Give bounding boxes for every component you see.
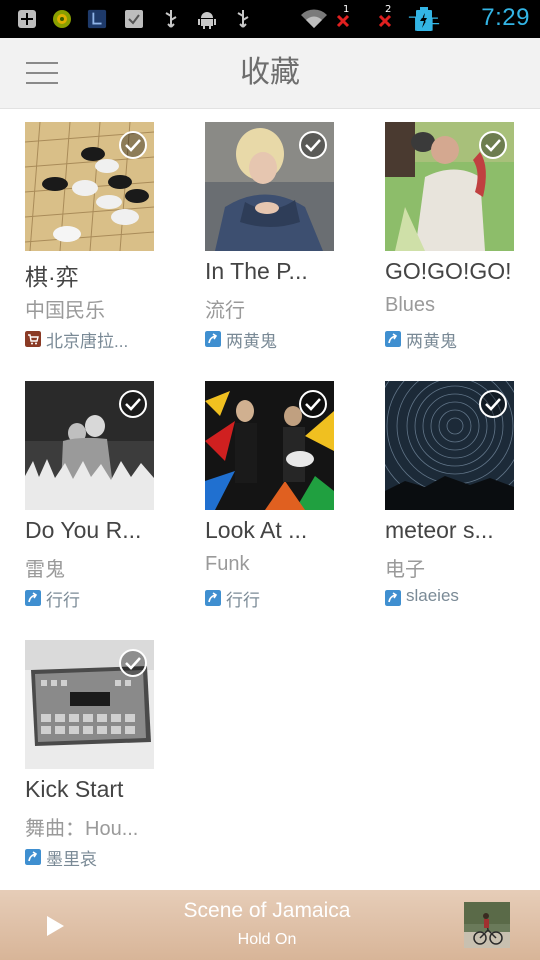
now-playing-subtitle: Hold On [237,931,297,948]
signal-icon [378,11,398,31]
now-playing-cover[interactable] [464,902,510,948]
album-cover[interactable] [205,122,334,251]
source-label: 行行 [226,591,260,610]
album-cover[interactable] [25,122,154,251]
album-cover[interactable] [385,381,514,510]
android-icon [197,9,217,29]
app-bar: 收藏 [0,38,540,109]
add-icon [17,9,37,29]
check-icon[interactable] [118,130,148,160]
favorite-card[interactable]: Do You R... 雷鬼 行行 [25,381,185,626]
share-icon [205,590,221,606]
share-icon [205,331,221,347]
usb-icon [233,9,253,29]
source-label: 两黄鬼 [406,332,457,351]
album-cover[interactable] [25,381,154,510]
book-icon [87,9,107,29]
hamburger-menu-icon[interactable] [20,56,64,92]
now-playing-bar[interactable]: Scene of Jamaica Hold On [0,890,540,960]
favorite-card[interactable]: In The P... 流行 两黄鬼 [205,122,365,367]
shop-icon [25,331,41,347]
album-genre: 雷鬼 [25,559,65,581]
source-label: 北京唐拉... [46,332,129,351]
status-time: 7:29 [481,4,530,31]
album-cover[interactable] [385,122,514,251]
album-source[interactable]: 北京唐拉... [25,327,175,351]
album-title: Do You R... [25,517,142,543]
album-title: In The P... [205,258,308,284]
favorite-card[interactable]: Look At ... Funk 行行 [205,381,365,626]
favorite-card[interactable]: Kick Start 舞曲：Hou... 墨里哀 [25,640,185,885]
signal-icon [336,11,356,31]
usb-icon [161,9,181,29]
check-icon[interactable] [298,130,328,160]
share-icon [25,849,41,865]
album-genre: 电子 [385,559,425,581]
favorite-card[interactable]: GO!GO!GO! Blues 两黄鬼 [385,122,540,367]
album-source[interactable]: 行行 [205,586,355,610]
album-genre: 舞曲：Hou... [25,818,139,840]
check-icon[interactable] [478,130,508,160]
share-icon [385,331,401,347]
album-title: Look At ... [205,517,308,543]
album-cover[interactable] [25,640,154,769]
source-label: slaeies [406,586,459,605]
share-icon [385,590,401,606]
check-icon[interactable] [298,389,328,419]
album-title: GO!GO!GO! [385,258,512,284]
album-genre: 流行 [205,300,245,322]
album-genre: 中国民乐 [25,300,105,322]
album-genre: Blues [385,294,436,316]
check-icon[interactable] [118,648,148,678]
album-title: Kick Start [25,776,124,802]
page-title: 收藏 [240,55,300,90]
now-playing-title: Scene of Jamaica [183,899,351,922]
status-ampm: 下午 [407,14,440,33]
album-source[interactable]: 行行 [25,586,175,610]
album-title: meteor s... [385,517,494,543]
favorite-card[interactable]: meteor s... 电子 slaeies [385,381,540,626]
album-genre: Funk [205,553,250,575]
status-bar: 1 2 下午 7:29 [0,0,540,38]
favorite-card[interactable]: 棋·弈 中国民乐 北京唐拉... [25,122,185,367]
check-icon[interactable] [118,389,148,419]
check-box-icon [124,9,144,29]
album-source[interactable]: 两黄鬼 [385,327,535,351]
share-icon [25,590,41,606]
source-label: 墨里哀 [46,850,97,869]
album-source[interactable]: slaeies [385,586,535,610]
globe-icon [52,9,72,29]
album-source[interactable]: 墨里哀 [25,845,175,869]
album-title: 棋·弈 [25,264,79,290]
check-icon[interactable] [478,389,508,419]
source-label: 行行 [46,591,80,610]
source-label: 两黄鬼 [226,332,277,351]
album-cover[interactable] [205,381,334,510]
wifi-icon [300,9,328,29]
album-source[interactable]: 两黄鬼 [205,327,355,351]
